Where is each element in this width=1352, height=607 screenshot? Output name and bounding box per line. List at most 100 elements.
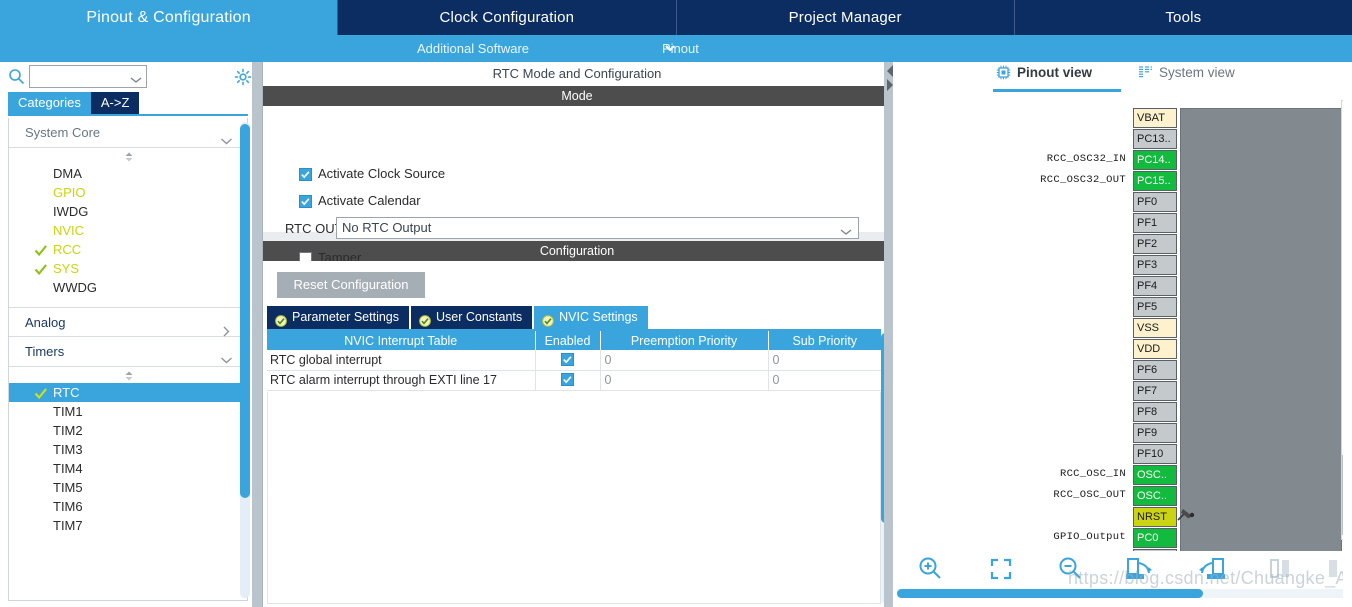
tree-item-rcc[interactable]: RCC bbox=[9, 240, 247, 259]
pin-pf9[interactable]: PF9 bbox=[1133, 423, 1177, 443]
tree-item-wwdg[interactable]: WWDG bbox=[9, 278, 247, 297]
pin-pc15[interactable]: PC15.. bbox=[1133, 171, 1177, 191]
tree-item-sys[interactable]: SYS bbox=[9, 259, 247, 278]
tree-group-system-core[interactable]: System Core bbox=[9, 118, 247, 148]
pin-pc14[interactable]: PC14.. bbox=[1133, 150, 1177, 170]
pin-pf2[interactable]: PF2 bbox=[1133, 234, 1177, 254]
pin-vdd[interactable]: VDD bbox=[1133, 339, 1177, 359]
mirror-icon[interactable] bbox=[1263, 555, 1297, 585]
column-header-enabled[interactable]: Enabled bbox=[535, 331, 601, 350]
chevron-down-icon[interactable] bbox=[130, 72, 142, 83]
tree-item-tim7[interactable]: TIM7 bbox=[9, 516, 247, 535]
pin-pf5[interactable]: PF5 bbox=[1133, 297, 1177, 317]
tree-item-tim4[interactable]: TIM4 bbox=[9, 459, 247, 478]
pin-pf6[interactable]: PF6 bbox=[1133, 360, 1177, 380]
splitter-right[interactable] bbox=[884, 62, 893, 607]
checkbox-enabled[interactable] bbox=[561, 373, 574, 386]
pin-pf7[interactable]: PF7 bbox=[1133, 381, 1177, 401]
checkbox-activate-clock-source[interactable] bbox=[299, 168, 312, 181]
cell-enabled[interactable] bbox=[535, 370, 601, 391]
gear-icon[interactable] bbox=[234, 68, 252, 86]
view-tabs: Pinout view System view bbox=[893, 62, 1352, 92]
active-tab-underline bbox=[993, 89, 1121, 92]
stm32cubemx-window: Pinout & Configuration Clock Configurati… bbox=[0, 0, 1352, 607]
column-header-preemption[interactable]: Preemption Priority bbox=[600, 331, 769, 350]
tab-pinout-view[interactable]: Pinout view bbox=[996, 65, 1092, 80]
chip-diagram[interactable]: VBAT PC13.. PC14.. PC15.. PF0 PF1 PF2 PF… bbox=[893, 94, 1342, 576]
search-icon bbox=[8, 68, 25, 85]
tree-item-tim2[interactable]: TIM2 bbox=[9, 421, 247, 440]
tab-user-constants[interactable]: User Constants bbox=[411, 306, 533, 329]
tree-item-tim3[interactable]: TIM3 bbox=[9, 440, 247, 459]
pin-osc-in[interactable]: OSC.. bbox=[1133, 465, 1177, 485]
tree-group-analog[interactable]: Analog bbox=[9, 307, 247, 337]
tab-nvic-settings[interactable]: NVIC Settings bbox=[534, 306, 648, 329]
pushpin-icon bbox=[1175, 506, 1195, 524]
table-row[interactable]: RTC global interrupt 0 0 bbox=[267, 350, 882, 371]
pin-pf0[interactable]: PF0 bbox=[1133, 192, 1177, 212]
pin-pc13[interactable]: PC13.. bbox=[1133, 129, 1177, 149]
pin-nrst[interactable]: NRST bbox=[1133, 507, 1177, 527]
tree-item-nvic[interactable]: NVIC bbox=[9, 221, 247, 240]
tree-scroll-up-down-timers[interactable] bbox=[9, 367, 247, 383]
menu-pinout[interactable]: Pinout bbox=[662, 35, 699, 62]
table-row[interactable]: RTC alarm interrupt through EXTI line 17… bbox=[267, 370, 882, 391]
pin-vss[interactable]: VSS bbox=[1133, 318, 1177, 338]
tree-scroll-up-down[interactable] bbox=[9, 148, 247, 164]
pinout-hscrollbar-thumb[interactable] bbox=[897, 589, 1203, 598]
configuration-section-body: Reset Configuration Parameter Settings U… bbox=[263, 261, 891, 607]
tree-item-dma[interactable]: DMA bbox=[9, 164, 247, 183]
tree-item-tim1[interactable]: TIM1 bbox=[9, 402, 247, 421]
pin-pf4[interactable]: PF4 bbox=[1133, 276, 1177, 296]
pin-pc0[interactable]: PC0 bbox=[1133, 528, 1177, 548]
pin-pf1[interactable]: PF1 bbox=[1133, 213, 1177, 233]
tree-item-label: SYS bbox=[53, 261, 80, 276]
pin-osc-out[interactable]: OSC.. bbox=[1133, 486, 1177, 506]
column-header-interrupt[interactable]: NVIC Interrupt Table bbox=[267, 331, 536, 350]
column-header-sub[interactable]: Sub Priority bbox=[768, 331, 881, 350]
cell-sub-priority[interactable]: 0 bbox=[768, 350, 882, 371]
zoom-in-icon[interactable] bbox=[915, 555, 949, 585]
cell-preemption-priority[interactable]: 0 bbox=[600, 370, 769, 391]
updown-arrows-icon bbox=[121, 150, 137, 162]
tab-project-manager[interactable]: Project Manager bbox=[677, 0, 1015, 35]
tree-item-gpio[interactable]: GPIO bbox=[9, 183, 247, 202]
pin-vbat[interactable]: VBAT bbox=[1133, 108, 1177, 128]
tab-pinout-configuration[interactable]: Pinout & Configuration bbox=[0, 0, 339, 35]
tab-categories[interactable]: Categories bbox=[8, 92, 91, 114]
tree-item-tim6[interactable]: TIM6 bbox=[9, 497, 247, 516]
secondary-tab-bar: Additional Software Pinout bbox=[0, 35, 1352, 62]
splitter-left[interactable] bbox=[252, 62, 262, 607]
search-input[interactable] bbox=[33, 67, 125, 86]
pin-signal-label-osc-in: RCC_OSC_IN bbox=[1059, 468, 1126, 480]
fit-icon[interactable] bbox=[986, 555, 1020, 585]
rtc-out-select[interactable]: No RTC Output bbox=[336, 217, 859, 239]
tab-parameter-settings[interactable]: Parameter Settings bbox=[267, 306, 409, 329]
tree-group-timers[interactable]: Timers bbox=[9, 337, 247, 367]
rtc-out-label: RTC OUT bbox=[285, 221, 343, 236]
check-circle-icon bbox=[542, 312, 555, 327]
sidebar-scrollbar-thumb[interactable] bbox=[240, 124, 250, 498]
tab-tools[interactable]: Tools bbox=[1015, 0, 1352, 35]
pin-pf8[interactable]: PF8 bbox=[1133, 402, 1177, 422]
pin-pf3[interactable]: PF3 bbox=[1133, 255, 1177, 275]
cell-sub-priority[interactable]: 0 bbox=[768, 370, 882, 391]
cell-enabled[interactable] bbox=[535, 350, 601, 371]
tree-item-rtc[interactable]: RTC bbox=[9, 383, 247, 402]
cell-preemption-priority[interactable]: 0 bbox=[600, 350, 769, 371]
rotate-right-icon[interactable] bbox=[1123, 555, 1157, 585]
tab-a-to-z[interactable]: A->Z bbox=[90, 92, 140, 114]
menu-additional-software[interactable]: Additional Software bbox=[417, 35, 529, 62]
rotate-left-icon[interactable] bbox=[1194, 555, 1228, 585]
zoom-out-icon[interactable] bbox=[1055, 555, 1089, 585]
checkbox-enabled[interactable] bbox=[561, 352, 574, 366]
tab-clock-configuration[interactable]: Clock Configuration bbox=[338, 0, 677, 35]
checkbox-activate-calendar[interactable] bbox=[299, 195, 312, 208]
reset-configuration-button[interactable]: Reset Configuration bbox=[277, 272, 425, 298]
tab-system-view[interactable]: System view bbox=[1138, 65, 1235, 80]
tree-item-iwdg[interactable]: IWDG bbox=[9, 202, 247, 221]
pin-pf10[interactable]: PF10 bbox=[1133, 444, 1177, 464]
nvic-interrupt-table: NVIC Interrupt Table Enabled Preemption … bbox=[267, 331, 882, 391]
tree-item-tim5[interactable]: TIM5 bbox=[9, 478, 247, 497]
search-combobox[interactable] bbox=[29, 65, 147, 88]
